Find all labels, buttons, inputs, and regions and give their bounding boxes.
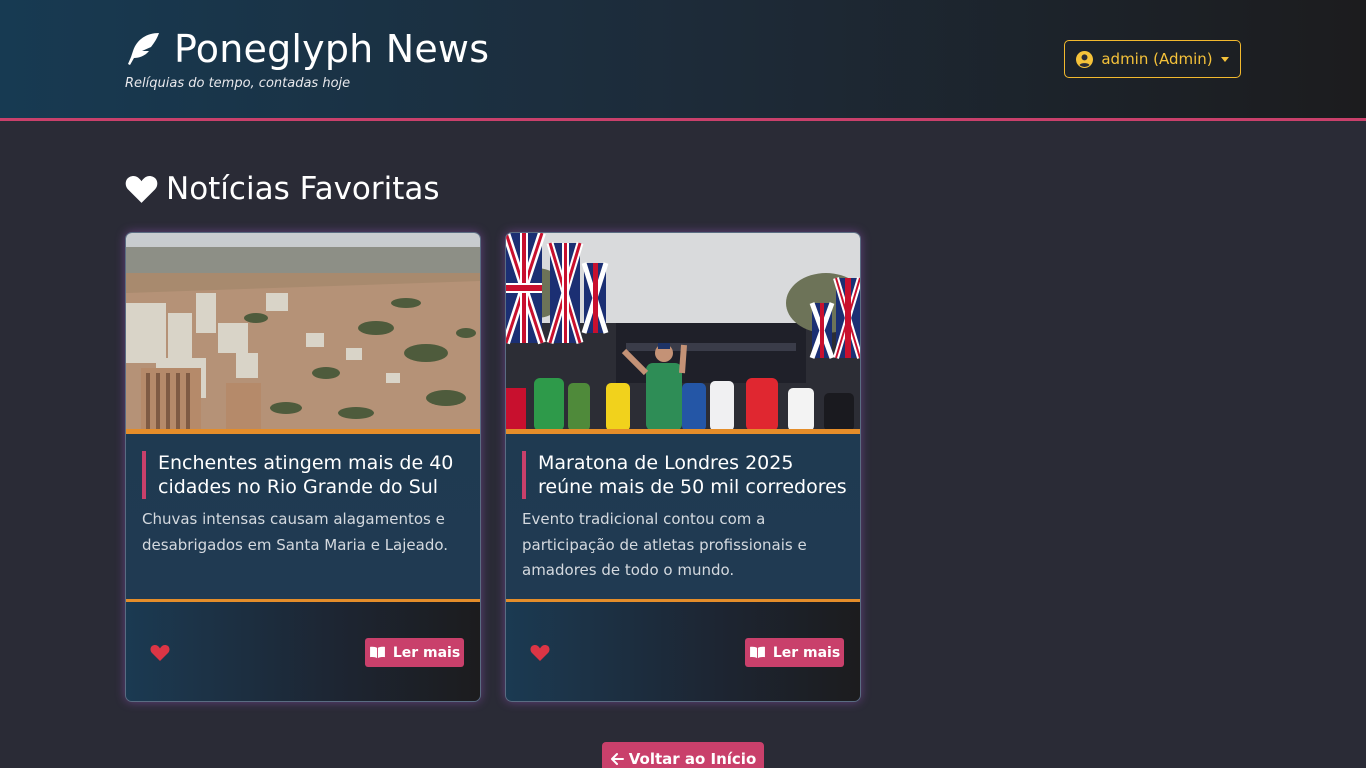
read-more-label: Ler mais	[392, 644, 461, 661]
marathon-photo	[506, 233, 860, 431]
news-card-image[interactable]	[126, 233, 480, 431]
read-more-label: Ler mais	[772, 644, 841, 661]
read-more-button[interactable]: Ler mais	[365, 638, 464, 667]
page-title: Notícias Favoritas	[166, 171, 440, 207]
news-card-footer: Ler mais	[126, 599, 480, 701]
brand[interactable]: Poneglyph News	[125, 26, 489, 72]
chevron-down-icon	[1220, 56, 1229, 62]
user-menu-label: admin (Admin)	[1101, 50, 1213, 68]
news-card-image[interactable]	[506, 233, 860, 431]
news-card: Enchentes atingem mais de 40 cidades no …	[125, 232, 481, 702]
back-home-label: Voltar ao Início	[628, 750, 757, 768]
news-card: Maratona de Londres 2025 reúne mais de 5…	[505, 232, 861, 702]
flooded-city-photo	[126, 233, 480, 431]
book-open-icon	[369, 646, 385, 659]
site-title: Poneglyph News	[174, 27, 490, 71]
heart-icon[interactable]	[150, 644, 170, 662]
read-more-button[interactable]: Ler mais	[745, 638, 844, 667]
news-card-title[interactable]: Maratona de Londres 2025 reúne mais de 5…	[522, 451, 852, 499]
heart-icon	[125, 176, 158, 203]
arrow-left-icon	[610, 753, 624, 765]
user-circle-icon	[1076, 50, 1094, 68]
news-card-summary: Chuvas intensas causam alagamentos e des…	[142, 510, 449, 554]
feather-icon	[128, 33, 159, 65]
news-card-footer: Ler mais	[506, 599, 860, 701]
site-header: Poneglyph News Relíquias do tempo, conta…	[0, 0, 1366, 121]
news-card-body: Maratona de Londres 2025 reúne mais de 5…	[506, 431, 860, 599]
section-header: Notícias Favoritas	[125, 168, 440, 210]
heart-icon[interactable]	[530, 644, 550, 662]
news-card-summary: Evento tradicional contou com a particip…	[522, 510, 807, 579]
user-menu-button[interactable]: admin (Admin)	[1064, 40, 1241, 78]
book-open-icon	[749, 646, 765, 659]
back-home-button[interactable]: Voltar ao Início	[602, 742, 764, 768]
site-tagline: Relíquias do tempo, contadas hoje	[125, 76, 351, 91]
news-card-title[interactable]: Enchentes atingem mais de 40 cidades no …	[142, 451, 472, 499]
news-card-body: Enchentes atingem mais de 40 cidades no …	[126, 431, 480, 599]
